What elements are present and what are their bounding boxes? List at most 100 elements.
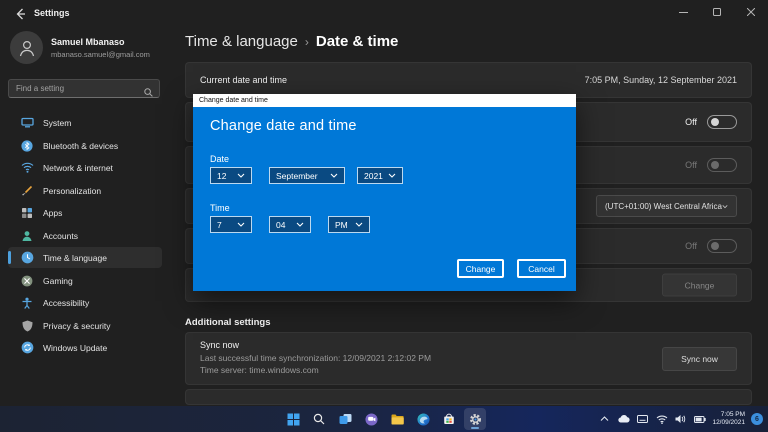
timezone-value: (UTC+01:00) West Central Africa bbox=[605, 202, 722, 211]
bluetooth-icon bbox=[20, 139, 34, 153]
sidebar-item-accounts[interactable]: Accounts bbox=[8, 225, 162, 246]
accounts-icon bbox=[20, 229, 34, 243]
privacy-icon bbox=[20, 319, 34, 333]
toggle-wrap: Off bbox=[685, 115, 737, 129]
taskbar: 7:05 PM 12/09/2021 6 bbox=[0, 406, 768, 432]
battery-icon[interactable] bbox=[693, 413, 706, 426]
sync-now-row: Sync now Last successful time synchroniz… bbox=[185, 332, 752, 385]
search-icon bbox=[144, 84, 153, 102]
gaming-icon bbox=[20, 274, 34, 288]
sync-last-success: Last successful time synchronization: 12… bbox=[200, 353, 431, 363]
toggle-wrap: Off bbox=[685, 158, 737, 172]
search-icon[interactable] bbox=[308, 408, 330, 430]
current-date-time-row: Current date and time 7:05 PM, Sunday, 1… bbox=[185, 62, 752, 98]
change-button-disabled: Change bbox=[662, 274, 737, 297]
time-language-icon bbox=[20, 251, 34, 265]
sidebar-item-windows-update[interactable]: Windows Update bbox=[8, 337, 162, 358]
window-title: Settings bbox=[34, 8, 70, 18]
file-explorer-icon[interactable] bbox=[386, 408, 408, 430]
network-icon bbox=[20, 161, 34, 175]
timezone-dropdown[interactable]: (UTC+01:00) West Central Africa bbox=[596, 195, 737, 217]
change-button[interactable]: Change bbox=[457, 259, 504, 278]
personalization-icon bbox=[20, 184, 34, 198]
start-icon[interactable] bbox=[282, 408, 304, 430]
hour-dropdown[interactable]: 7 bbox=[210, 216, 252, 233]
wifi-icon[interactable] bbox=[655, 413, 668, 426]
partial-row bbox=[185, 389, 752, 405]
task-view-icon[interactable] bbox=[334, 408, 356, 430]
onedrive-cloud-icon[interactable] bbox=[617, 413, 630, 426]
notification-badge[interactable]: 6 bbox=[751, 413, 763, 425]
user-email: mbanaso.samuel@gmail.com bbox=[51, 50, 150, 59]
toggle-switch bbox=[707, 239, 737, 253]
desktop: Settings Samuel Mbanaso mbanaso.samuel@g… bbox=[0, 0, 768, 432]
sidebar-item-time-language[interactable]: Time & language bbox=[8, 247, 162, 268]
window-titlebar: Settings bbox=[0, 0, 768, 28]
back-icon[interactable] bbox=[12, 6, 28, 22]
sidebar-item-accessibility[interactable]: Accessibility bbox=[8, 292, 162, 313]
current-date-time-value: 7:05 PM, Sunday, 12 September 2021 bbox=[585, 75, 737, 85]
time-label: Time bbox=[210, 203, 230, 213]
user-name: Samuel Mbanaso bbox=[51, 37, 125, 47]
volume-icon[interactable] bbox=[674, 413, 687, 426]
toggle-state-label: Off bbox=[685, 117, 697, 127]
change-date-time-dialog: Change date and time Change date and tim… bbox=[193, 94, 576, 291]
sidebar-item-gaming[interactable]: Gaming bbox=[8, 270, 162, 291]
accessibility-icon bbox=[20, 296, 34, 310]
chevron-down-icon bbox=[237, 222, 245, 227]
clock-date: 12/09/2021 bbox=[712, 419, 745, 427]
additional-settings-heading: Additional settings bbox=[185, 317, 271, 328]
sidebar-item-bluetooth[interactable]: Bluetooth & devices bbox=[8, 135, 162, 156]
windows-update-icon bbox=[20, 341, 34, 355]
apps-icon bbox=[20, 206, 34, 220]
cancel-button[interactable]: Cancel bbox=[517, 259, 566, 278]
keyboard-icon[interactable] bbox=[636, 413, 649, 426]
page-title: Date & time bbox=[316, 33, 399, 50]
search-input[interactable] bbox=[16, 80, 136, 97]
system-icon bbox=[20, 116, 34, 130]
year-dropdown[interactable]: 2021 bbox=[357, 167, 403, 184]
search-box bbox=[8, 79, 160, 98]
minute-dropdown[interactable]: 04 bbox=[269, 216, 311, 233]
settings-icon[interactable] bbox=[464, 408, 486, 430]
sidebar-item-network[interactable]: Network & internet bbox=[8, 157, 162, 178]
close-icon[interactable] bbox=[734, 0, 768, 24]
sync-now-button[interactable]: Sync now bbox=[662, 347, 737, 371]
breadcrumb: Time & language › Date & time bbox=[185, 33, 398, 50]
clock-time: 7:05 PM bbox=[712, 411, 745, 419]
taskbar-clock[interactable]: 7:05 PM 12/09/2021 bbox=[712, 411, 745, 427]
chevron-down-icon bbox=[722, 204, 728, 209]
store-icon[interactable] bbox=[438, 408, 460, 430]
sidebar-item-privacy[interactable]: Privacy & security bbox=[8, 315, 162, 336]
settings-window: Settings Samuel Mbanaso mbanaso.samuel@g… bbox=[0, 0, 768, 406]
day-dropdown[interactable]: 12 bbox=[210, 167, 252, 184]
toggle-switch[interactable] bbox=[707, 115, 737, 129]
chevron-down-icon bbox=[237, 173, 245, 178]
ampm-dropdown[interactable]: PM bbox=[328, 216, 370, 233]
chevron-down-icon bbox=[330, 173, 338, 178]
minimize-icon[interactable] bbox=[666, 0, 700, 24]
sidebar-item-system[interactable]: System bbox=[8, 112, 162, 133]
chevron-down-icon bbox=[355, 222, 363, 227]
chevron-down-icon bbox=[388, 173, 396, 178]
current-date-time-label: Current date and time bbox=[200, 75, 287, 85]
sidebar-item-personalization[interactable]: Personalization bbox=[8, 180, 162, 201]
sync-time-server: Time server: time.windows.com bbox=[200, 365, 319, 375]
chevron-down-icon bbox=[296, 222, 304, 227]
toggle-state-label: Off bbox=[685, 160, 697, 170]
toggle-state-label: Off bbox=[685, 241, 697, 251]
dialog-heading: Change date and time bbox=[210, 118, 357, 134]
dialog-body: Change date and time Date 12 September 2… bbox=[193, 107, 576, 291]
chevron-up-icon[interactable] bbox=[598, 413, 611, 426]
dialog-titlebar-text: Change date and time bbox=[199, 97, 268, 104]
breadcrumb-parent[interactable]: Time & language bbox=[185, 33, 298, 50]
month-dropdown[interactable]: September bbox=[269, 167, 345, 184]
chat-icon[interactable] bbox=[360, 408, 382, 430]
edge-icon[interactable] bbox=[412, 408, 434, 430]
toggle-wrap: Off bbox=[685, 239, 737, 253]
maximize-icon[interactable] bbox=[700, 0, 734, 24]
sidebar-item-apps[interactable]: Apps bbox=[8, 202, 162, 223]
avatar[interactable] bbox=[10, 31, 43, 64]
breadcrumb-separator-icon: › bbox=[305, 35, 309, 49]
sync-now-title: Sync now bbox=[200, 340, 239, 350]
